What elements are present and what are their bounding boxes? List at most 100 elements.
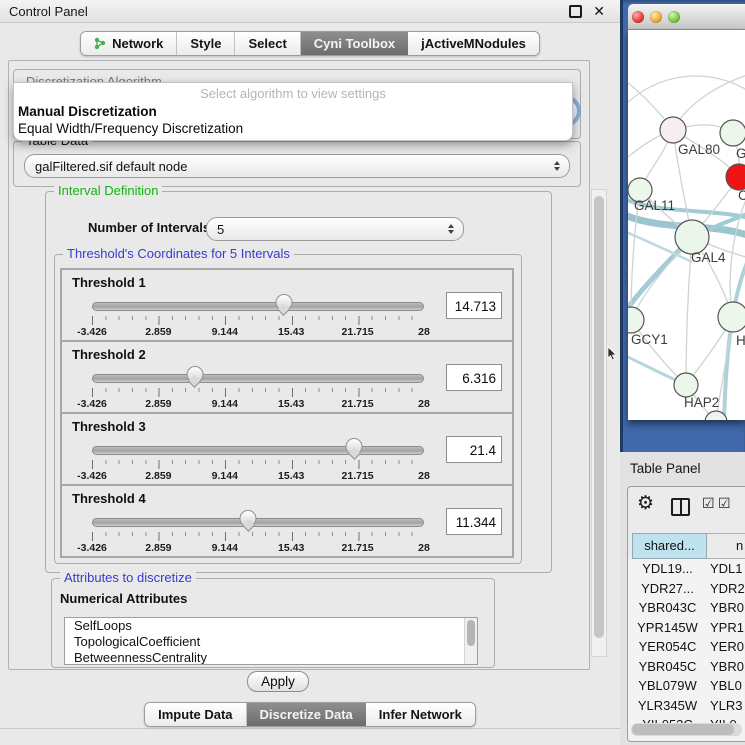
attribute-list-item[interactable]: BetweennessCentrality	[65, 650, 477, 665]
network-canvas[interactable]: GAL80GCGAL11GAL4GCY1HHAP2	[628, 30, 745, 420]
table-row[interactable]: YLR345WYLR3	[628, 696, 745, 716]
slider-track[interactable]	[92, 374, 424, 383]
slider-thumb[interactable]	[186, 366, 203, 383]
table-row[interactable]: YBR045CYBR0	[628, 657, 745, 677]
table-row[interactable]: YBR043CYBR0	[628, 598, 745, 618]
tab-label: jActiveMNodules	[421, 36, 526, 51]
network-node[interactable]	[660, 117, 686, 143]
combo-arrows-icon	[448, 224, 454, 234]
threshold-slider[interactable]: -3.4262.8599.14415.4321.71528	[92, 297, 424, 339]
table-cell: YBL079W	[628, 678, 707, 693]
network-node[interactable]	[720, 120, 745, 146]
column-header-name[interactable]: n	[707, 533, 745, 559]
network-view-window: GAL80GCGAL11GAL4GCY1HHAP2	[620, 0, 745, 452]
table-cell: YBR0	[707, 659, 745, 674]
tick-label: 9.144	[212, 470, 238, 482]
table-data-combobox[interactable]: galFiltered.sif default node	[24, 154, 570, 178]
threshold-value[interactable]: 11.344	[446, 508, 502, 535]
attribute-list-item[interactable]: TopologicalCoefficient	[65, 634, 477, 650]
apply-button[interactable]: Apply	[247, 671, 309, 692]
tick-labels: -3.4262.8599.14415.4321.71528	[92, 542, 424, 554]
dropdown-placeholder-option: Select algorithm to view settings	[14, 86, 572, 101]
slider-thumb[interactable]	[275, 294, 292, 311]
threshold-label: Threshold 1	[72, 275, 146, 290]
tab-style[interactable]: Style	[177, 32, 235, 55]
tick-label: 15.43	[278, 470, 304, 482]
tab-label: Cyni Toolbox	[314, 36, 395, 51]
table-row[interactable]: YDR27...YDR2	[628, 579, 745, 599]
network-node[interactable]	[628, 307, 644, 333]
tab-label: Select	[248, 36, 286, 51]
checkbox-icon[interactable]: ☑	[702, 496, 715, 513]
panel-scrollbar[interactable]	[591, 189, 607, 657]
network-node[interactable]	[718, 302, 745, 332]
window-title: Control Panel	[9, 4, 88, 19]
gear-icon[interactable]: ⚙	[637, 494, 654, 513]
split-view-icon[interactable]	[671, 498, 690, 516]
slider-thumb[interactable]	[240, 510, 257, 527]
slider-track[interactable]	[92, 446, 424, 455]
tab-jactivemnodules[interactable]: jActiveMNodules	[408, 32, 539, 55]
table-row[interactable]: YER054CYER0	[628, 637, 745, 657]
threshold-rows: Threshold 1 -3.4262.8599.14415.4321.7152…	[60, 268, 514, 558]
tab-cyni-toolbox[interactable]: Cyni Toolbox	[301, 32, 408, 55]
mouse-cursor	[607, 347, 618, 361]
float-window-icon[interactable]	[569, 5, 582, 18]
tab-infer-network[interactable]: Infer Network	[366, 703, 475, 726]
list-scrollbar[interactable]	[464, 618, 477, 664]
thresholds-group: Threshold's Coordinates for 5 Intervals …	[54, 254, 522, 564]
slider-track[interactable]	[92, 518, 424, 527]
network-node[interactable]	[674, 373, 698, 397]
threshold-value[interactable]: 6.316	[446, 364, 502, 391]
network-node[interactable]	[675, 220, 709, 254]
dropdown-option-manual[interactable]: Manual Discretization	[18, 104, 157, 119]
combo-value: 5	[217, 222, 224, 237]
tick-label: 9.144	[212, 398, 238, 410]
attribute-list-item[interactable]: SelfLoops	[65, 618, 477, 634]
table-cell: YDL1	[707, 561, 745, 576]
threshold-slider[interactable]: -3.4262.8599.14415.4321.71528	[92, 441, 424, 483]
zoom-traffic-light-icon[interactable]	[668, 11, 680, 23]
group-title: Interval Definition	[54, 183, 162, 199]
slider-ticks	[92, 316, 424, 325]
network-canvas-svg: GAL80GCGAL11GAL4GCY1HHAP2	[628, 30, 745, 420]
table-cell: YER054C	[628, 639, 707, 654]
control-panel-titlebar: Control Panel ✕	[0, 0, 620, 23]
tab-select[interactable]: Select	[235, 32, 300, 55]
threshold-slider[interactable]: -3.4262.8599.14415.4321.71528	[92, 513, 424, 555]
slider-thumb[interactable]	[346, 438, 363, 455]
threshold-row: Threshold 2 -3.4262.8599.14415.4321.7152…	[61, 341, 513, 413]
table-cell: YLR3	[707, 698, 745, 713]
network-window-titlebar[interactable]	[628, 4, 745, 30]
tick-label: 28	[418, 542, 430, 554]
close-traffic-light-icon[interactable]	[632, 11, 644, 23]
table-row[interactable]: YDL19...YDL1	[628, 559, 745, 579]
minimize-traffic-light-icon[interactable]	[650, 11, 662, 23]
table-cell: YDR27...	[628, 581, 707, 596]
threshold-slider[interactable]: -3.4262.8599.14415.4321.71528	[92, 369, 424, 411]
tick-label: 2.859	[145, 398, 171, 410]
threshold-row: Threshold 1 -3.4262.8599.14415.4321.7152…	[61, 269, 513, 341]
slider-track[interactable]	[92, 302, 424, 311]
number-of-intervals-combobox[interactable]: 5	[206, 217, 464, 241]
tick-label: 28	[418, 398, 430, 410]
node-label: G	[736, 146, 745, 161]
tab-discretize-data[interactable]: Discretize Data	[247, 703, 366, 726]
table-hscrollbar[interactable]	[631, 723, 742, 736]
column-header-shared[interactable]: shared...	[632, 533, 707, 559]
close-icon[interactable]: ✕	[593, 4, 605, 18]
numerical-attributes-list[interactable]: SelfLoopsTopologicalCoefficientBetweenne…	[64, 617, 478, 665]
table-cell: YDR2	[707, 581, 745, 596]
table-row[interactable]: YBL079WYBL0	[628, 676, 745, 696]
table-row[interactable]: YPR145WYPR1	[628, 618, 745, 638]
threshold-value[interactable]: 21.4	[446, 436, 502, 463]
threshold-value[interactable]: 14.713	[446, 292, 502, 319]
tick-label: 15.43	[278, 326, 304, 338]
cyni-toolbox-panel: Discretization Algorithm Select algorith…	[8, 60, 590, 670]
checkbox-icon[interactable]: ☑	[718, 496, 731, 513]
group-title: Threshold's Coordinates for 5 Intervals	[63, 246, 294, 262]
table-cell: YPR145W	[628, 620, 707, 635]
dropdown-option-equal-width[interactable]: Equal Width/Frequency Discretization	[18, 121, 243, 136]
tab-network[interactable]: Network	[81, 32, 177, 55]
tab-impute-data[interactable]: Impute Data	[145, 703, 246, 726]
